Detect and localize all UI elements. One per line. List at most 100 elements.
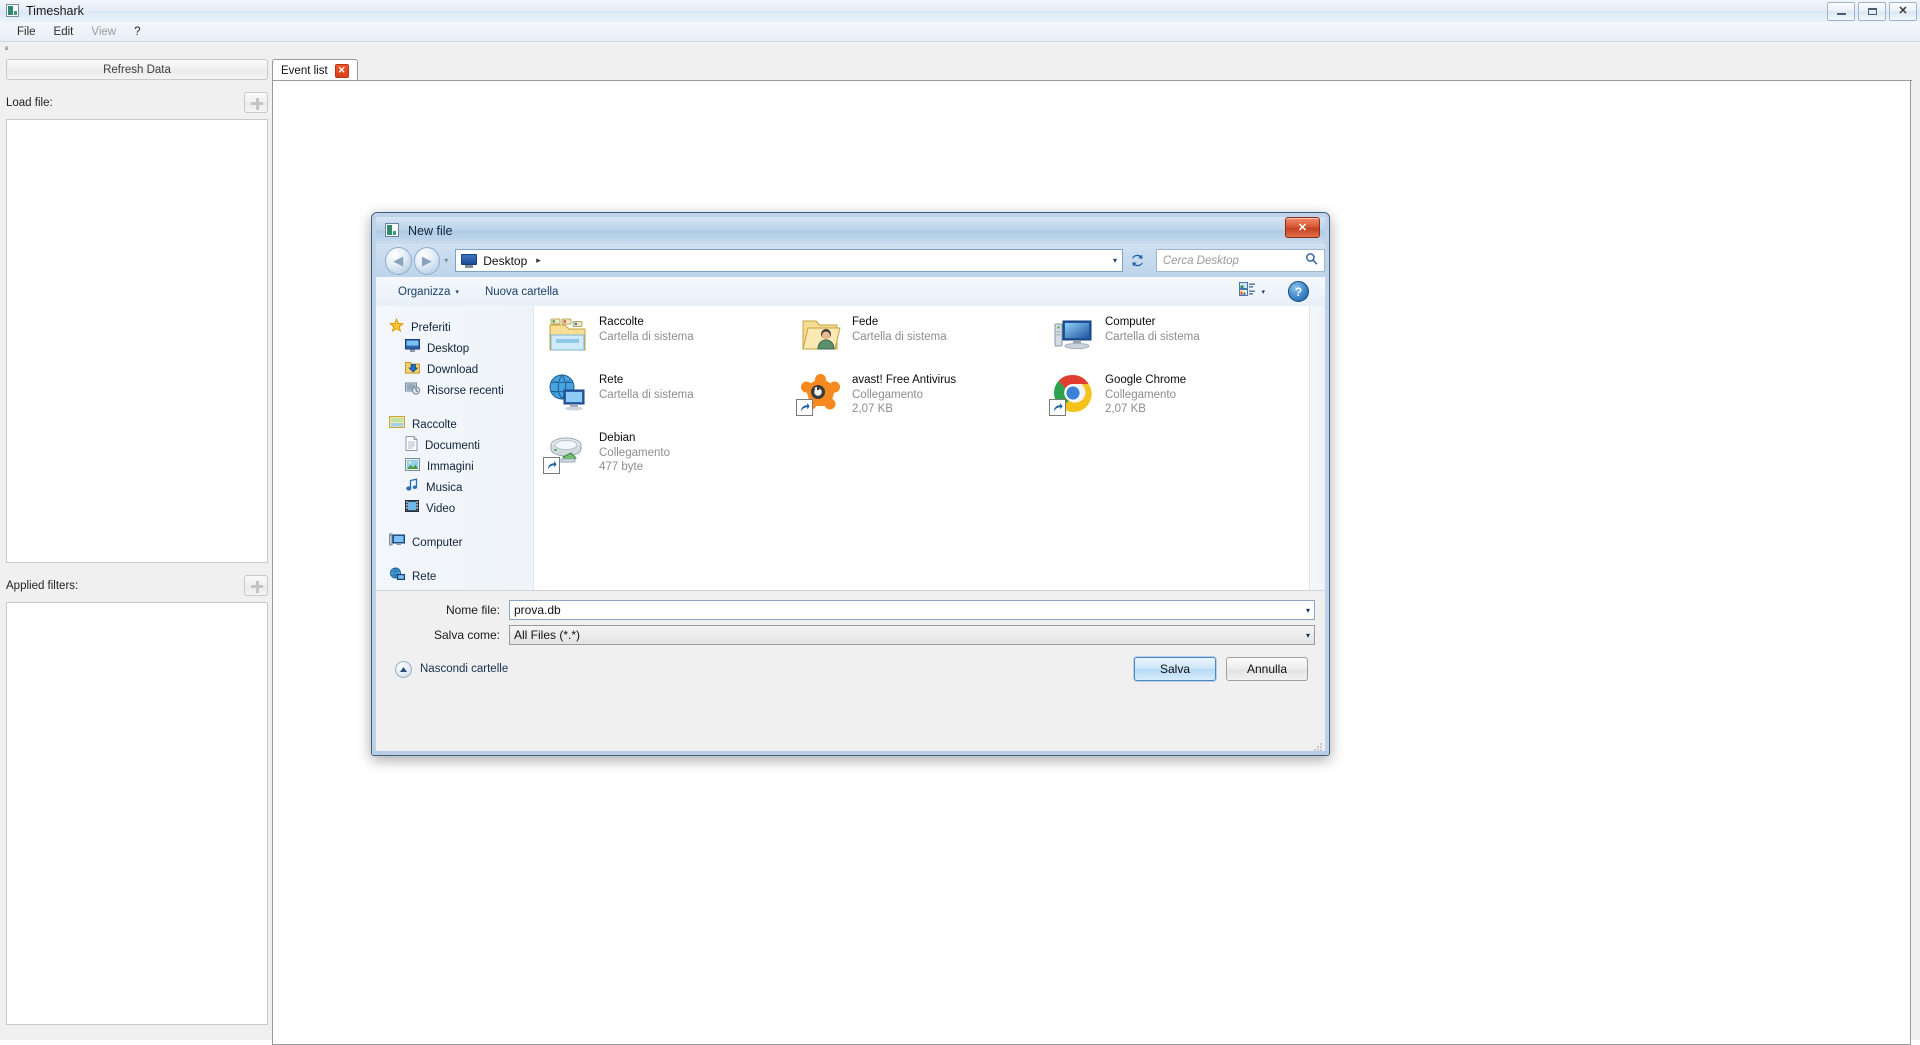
sidebar-label: Raccolte (412, 418, 457, 431)
filetype-label: Salva come: (433, 628, 500, 642)
app-icon (6, 4, 20, 18)
applied-filters-listbox[interactable] (6, 602, 268, 1025)
sidebar-label: Desktop (427, 342, 470, 355)
file-size: 2,07 KB (852, 403, 893, 416)
application-window: Timeshark ✕ File Edit View ? Refresh Dat… (0, 0, 1920, 1045)
chevron-up-icon (395, 660, 412, 678)
file-column-2: Fede Cartella di sistema avast! Free Ant… (796, 313, 1053, 429)
menu-file[interactable]: File (8, 24, 45, 40)
filetype-select[interactable]: All Files (*.*) ▾ (509, 625, 1315, 645)
dialog-bottom-band (372, 751, 1329, 755)
filename-row: Nome file: prova.db ▾ (376, 600, 1315, 620)
file-item-avast[interactable]: avast! Free Antivirus Collegamento 2,07 … (796, 371, 1053, 420)
add-filter-button[interactable] (244, 575, 268, 596)
file-item-computer[interactable]: Computer Cartella di sistema (1053, 313, 1306, 362)
filename-label: Nome file: (445, 603, 500, 617)
load-file-listbox[interactable] (6, 119, 268, 563)
sidebar-item-video[interactable]: Video (376, 498, 533, 519)
search-placeholder: Cerca Desktop (1162, 254, 1239, 267)
file-meta: Debian Collegamento 477 byte (599, 429, 670, 478)
recent-places-icon (405, 381, 420, 400)
organize-button[interactable]: Organizza ▾ (398, 286, 459, 298)
file-item-google-chrome[interactable]: Google Chrome Collegamento 2,07 KB (1049, 371, 1306, 420)
sidebar-item-documenti[interactable]: Documenti (376, 435, 533, 456)
dialog-action-buttons: Salva Annulla (1134, 657, 1308, 681)
dialog-toolbar: Organizza ▾ Nuova cartella ▾ ? (376, 277, 1325, 307)
close-button[interactable]: ✕ (1889, 2, 1917, 21)
menu-help[interactable]: ? (125, 24, 149, 40)
sidebar-item-preferiti[interactable]: Preferiti (376, 317, 533, 338)
shortcut-overlay-icon (796, 399, 813, 416)
sidebar-label: Video (426, 502, 456, 515)
file-name: Raccolte (599, 316, 644, 328)
dialog-body: Preferiti Desktop Download Risorse recen… (376, 306, 1325, 590)
sidebar-item-risorse-recenti[interactable]: Risorse recenti (376, 380, 533, 401)
resize-grip-icon[interactable] (1312, 739, 1323, 751)
menu-edit[interactable]: Edit (45, 24, 83, 40)
organize-label: Organizza (398, 285, 451, 298)
sidebar-item-desktop[interactable]: Desktop (376, 338, 533, 359)
network-icon (547, 373, 588, 414)
search-input[interactable]: Cerca Desktop (1155, 249, 1326, 272)
refresh-icon[interactable] (1127, 249, 1149, 272)
sidebar-item-rete[interactable]: Rete (376, 566, 533, 587)
hide-folders-button[interactable]: Nascondi cartelle (395, 660, 509, 678)
sidebar-item-musica[interactable]: Musica (376, 477, 533, 498)
tab-label: Event list (281, 64, 328, 77)
file-type: Collegamento (599, 446, 670, 459)
file-list-pane[interactable]: Raccolte Cartella di sistema Rete Cartel… (534, 306, 1325, 590)
history-dropdown-icon[interactable]: ▾ (444, 256, 448, 265)
minimize-button[interactable] (1827, 2, 1855, 21)
add-load-file-button[interactable] (244, 92, 268, 113)
save-button[interactable]: Salva (1134, 657, 1216, 681)
menu-view[interactable]: View (82, 24, 125, 40)
sidebar-item-download[interactable]: Download (376, 359, 533, 380)
chevron-down-icon[interactable]: ▾ (1306, 631, 1310, 640)
file-meta: Computer Cartella di sistema (1105, 313, 1200, 362)
sidebar-label: Risorse recenti (427, 384, 504, 397)
help-button[interactable]: ? (1288, 281, 1309, 302)
dialog-close-button[interactable]: ✕ (1285, 217, 1320, 238)
address-dropdown-icon[interactable]: ▾ (1113, 256, 1117, 265)
view-mode-button[interactable]: ▾ (1239, 281, 1265, 302)
file-list-scrollbar[interactable] (1309, 306, 1325, 590)
forward-button[interactable]: ▶ (413, 246, 441, 275)
breadcrumb-separator-icon: ▸ (536, 255, 541, 265)
file-meta: Raccolte Cartella di sistema (599, 313, 694, 362)
sidebar-item-raccolte[interactable]: Raccolte (376, 414, 533, 435)
window-controls: ✕ (1827, 2, 1917, 21)
sidebar-label: Musica (426, 481, 463, 494)
refresh-data-button[interactable]: Refresh Data (6, 59, 268, 80)
sidebar-item-computer[interactable]: Computer (376, 532, 533, 553)
address-crumb-desktop[interactable]: Desktop (483, 254, 527, 268)
shortcut-overlay-icon (543, 457, 560, 474)
cancel-button[interactable]: Annulla (1226, 657, 1308, 681)
file-item-rete[interactable]: Rete Cartella di sistema (547, 371, 800, 420)
navigation-pane: Preferiti Desktop Download Risorse recen… (376, 306, 534, 590)
chevron-down-icon[interactable]: ▾ (1306, 606, 1310, 615)
file-meta: Rete Cartella di sistema (599, 371, 694, 420)
address-bar[interactable]: Desktop ▸ ▾ (455, 249, 1124, 272)
file-item-raccolte[interactable]: Raccolte Cartella di sistema (547, 313, 800, 362)
left-panel: Refresh Data Load file: Applied filters: (6, 59, 268, 1025)
back-button[interactable]: ◀ (385, 246, 412, 275)
applied-filters-row: Applied filters: (6, 575, 268, 596)
file-item-debian[interactable]: Debian Collegamento 477 byte (543, 429, 800, 478)
tab-close-icon[interactable]: ✕ (334, 63, 349, 78)
toolbar-grip[interactable] (5, 46, 8, 50)
file-type: Cartella di sistema (852, 330, 947, 343)
maximize-button[interactable] (1858, 2, 1886, 21)
file-item-fede[interactable]: Fede Cartella di sistema (800, 313, 1053, 362)
load-file-label: Load file: (6, 96, 53, 109)
chrome-icon (1049, 373, 1094, 416)
user-folder-icon (800, 315, 841, 356)
tab-event-list[interactable]: Event list ✕ (272, 59, 358, 81)
filename-input[interactable]: prova.db ▾ (509, 600, 1315, 620)
sidebar-item-immagini[interactable]: Immagini (376, 456, 533, 477)
computer-icon (1053, 315, 1094, 356)
window-title: Timeshark (26, 4, 84, 18)
new-folder-button[interactable]: Nuova cartella (485, 286, 559, 298)
chevron-down-icon: ▾ (455, 288, 459, 296)
shortcut-overlay-icon (1049, 399, 1066, 416)
hide-folders-label: Nascondi cartelle (420, 663, 509, 675)
